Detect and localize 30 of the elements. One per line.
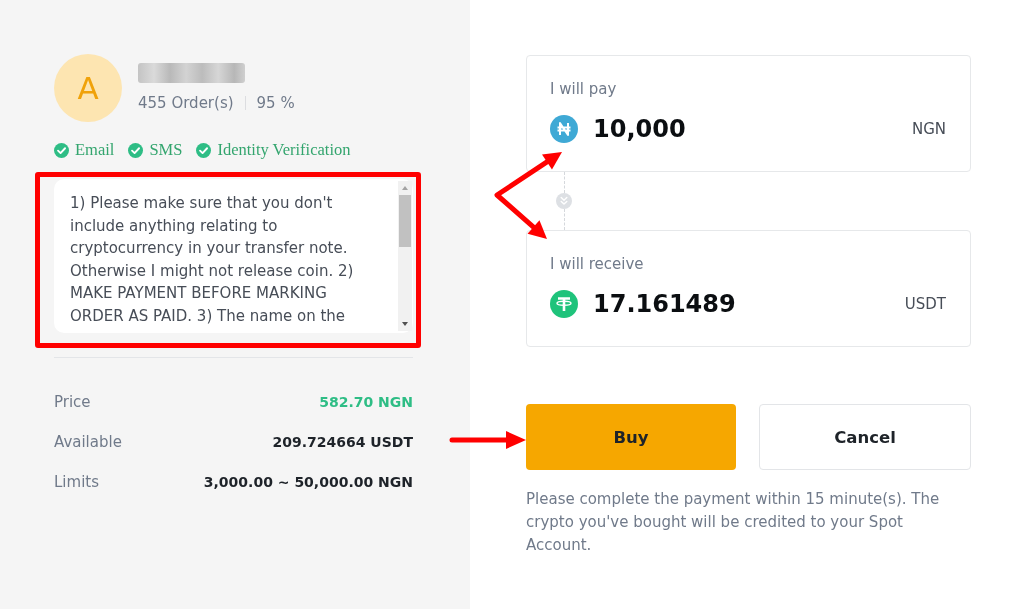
amount-value: 10,000 <box>593 115 687 143</box>
amount-field[interactable]: I will receive 17.161489 USDT <box>526 230 971 347</box>
amount-label: I will pay <box>550 79 618 99</box>
verification-label: Email <box>75 140 115 160</box>
buy-button[interactable]: Buy <box>526 404 736 470</box>
cancel-button[interactable]: Cancel <box>759 404 971 470</box>
verification-label: Identity Verification <box>217 140 351 160</box>
detail-label: Limits <box>54 473 99 491</box>
currency-label: USDT <box>904 295 946 313</box>
scrollbar[interactable] <box>398 181 412 331</box>
verification-label: SMS <box>149 140 183 160</box>
currency-label: NGN <box>911 120 946 138</box>
amount-label: I will receive <box>550 254 645 274</box>
avatar: A <box>54 54 122 122</box>
detail-label: Price <box>54 393 91 411</box>
amount-field[interactable]: I will pay 10,000 NGN <box>526 55 971 172</box>
detail-value: 582.70 NGN <box>319 394 413 410</box>
terms-text: 1) Please make sure that you don't include anything relating to cryptocurrency in your transfer note. Otherwise I might not release coin. 2) MAKE PAYMENT BEFORE MARKING ORDER AS PAID. 3) The name on the <box>70 193 355 327</box>
order-count: 455 Order(s) <box>138 93 234 113</box>
tether-coin-icon <box>550 290 578 318</box>
check-circle-icon <box>54 142 69 158</box>
check-circle-icon <box>196 142 212 158</box>
completion-rate: 95 % <box>256 93 295 113</box>
naira-coin-icon <box>550 115 578 143</box>
detail-label: Available <box>54 433 122 451</box>
detail-value: 3,000.00 ~ 50,000.00 NGN <box>203 474 413 490</box>
payment-note: Please complete the payment within 15 minute(s). The crypto you've bought will be credited to your Spot Account. <box>526 489 941 556</box>
amount-value: 17.161489 <box>593 290 737 318</box>
check-circle-icon <box>128 142 144 158</box>
detail-value: 209.724664 USDT <box>272 434 413 450</box>
